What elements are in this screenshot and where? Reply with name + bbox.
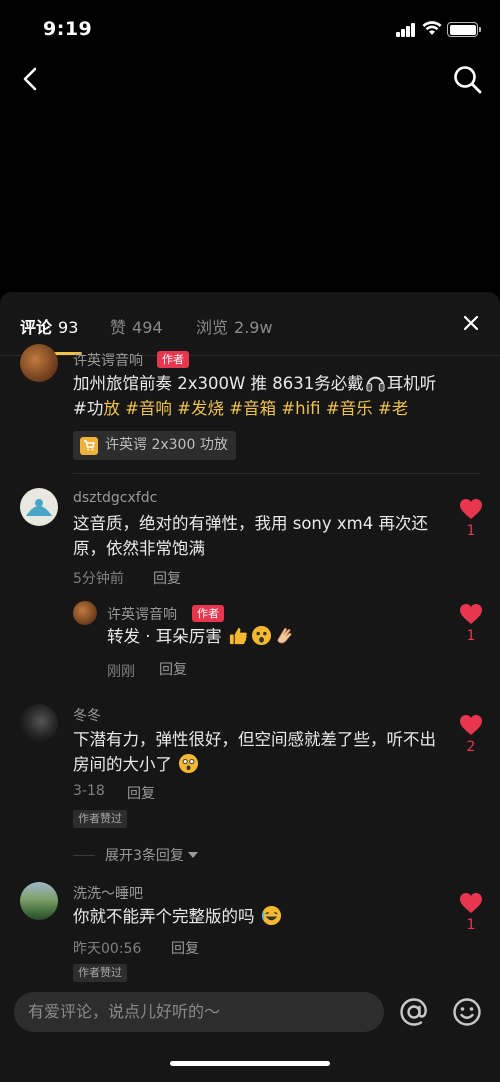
comment-input-bar: 有爱评论，说点儿好听的～	[0, 983, 500, 1082]
caret-down-icon	[187, 852, 198, 858]
avatar[interactable]	[20, 704, 58, 742]
divider	[73, 473, 480, 474]
comment-text: 加州旅馆前奏 2x300W 推 8631务必戴 耳机听#功放 #音响 #发烧 #音…	[73, 371, 443, 421]
close-icon[interactable]	[462, 314, 480, 332]
like-count: 1	[466, 917, 476, 933]
avatar[interactable]	[20, 882, 58, 920]
author-badge: 作者	[157, 351, 189, 368]
product-tag-label: 许英谔 2x300 功放	[105, 437, 228, 453]
mention-icon[interactable]	[398, 996, 430, 1028]
author-badge: 作者	[192, 605, 224, 622]
comment-time: 3-18	[73, 783, 105, 799]
comment-time: 昨天00:56	[73, 941, 142, 957]
home-indicator	[170, 1061, 330, 1066]
hashtag[interactable]: #老	[373, 399, 408, 418]
comment-text: 这音质，绝对的有弹性，我用 sony xm4 再次还原，依然非常饱满	[73, 514, 428, 558]
hashtag[interactable]: 乐	[356, 399, 373, 418]
thumbs-up-icon	[229, 627, 247, 645]
avatar[interactable]	[73, 601, 97, 625]
reply-button[interactable]: 回复	[127, 783, 155, 803]
reply-button[interactable]: 回复	[171, 938, 199, 958]
laughing-face-icon	[261, 905, 281, 926]
search-icon[interactable]	[452, 64, 484, 96]
like-button[interactable]: 1	[456, 603, 486, 644]
comment-tabs: 评论 93 赞 494 浏览 2.9w	[0, 292, 500, 356]
hashtag[interactable]: #音	[120, 399, 155, 418]
comment-time: 5分钟前	[73, 571, 124, 587]
comment-username[interactable]: 冬冬	[73, 705, 101, 725]
cellular-signal-icon	[396, 23, 416, 37]
tab-likes-count: 494	[132, 318, 163, 337]
heart-icon	[460, 893, 482, 913]
comment-text-content: 你就不能弄个完整版的吗	[73, 907, 255, 926]
reply-username[interactable]: 许英谔音响	[107, 604, 177, 624]
tab-views-label: 浏览	[196, 318, 229, 337]
hashtag[interactable]: 箱	[260, 399, 277, 418]
tab-views[interactable]: 浏览 2.9w	[196, 314, 273, 338]
emoji-picker-icon[interactable]	[452, 997, 482, 1027]
tab-views-count: 2.9w	[234, 318, 273, 337]
hashtag[interactable]: 响	[155, 399, 172, 418]
avatar[interactable]	[20, 344, 58, 382]
author-liked-badge: 作者赞过	[73, 810, 127, 828]
shocked-face-icon	[251, 625, 272, 646]
astonished-face-icon	[179, 753, 199, 774]
comment-text: 你就不能弄个完整版的吗	[73, 904, 445, 929]
heart-icon	[460, 715, 482, 735]
reply-text: 转发 · 耳朵厉害	[107, 624, 427, 649]
battery-nub	[479, 27, 481, 32]
like-button[interactable]: 1	[456, 498, 486, 539]
battery-icon	[447, 22, 478, 37]
comment-text-part: 加州旅馆前奏 2x300W 推 8631务必戴	[73, 374, 364, 393]
author-liked-badge: 作者赞过	[73, 964, 127, 982]
status-time: 9:19	[43, 18, 93, 40]
like-count: 2	[466, 739, 476, 755]
back-arrow-icon[interactable]	[18, 64, 46, 94]
status-bar: 9:19	[0, 0, 500, 60]
hashtag[interactable]: 放	[103, 399, 120, 418]
product-tag[interactable]: 许英谔 2x300 功放	[73, 431, 236, 460]
comment-text-content: 下潜有力，弹性很好，但空间感就差了些，听不出房间的大小了	[73, 730, 436, 774]
tab-comments-count: 93	[58, 318, 79, 337]
reply-button[interactable]: 回复	[159, 659, 187, 679]
wifi-icon	[422, 21, 442, 35]
like-count: 1	[466, 523, 476, 539]
reply-text-content: 转发 · 耳朵厉害	[107, 627, 222, 646]
like-count: 1	[466, 628, 476, 644]
tab-comments-label: 评论	[20, 318, 53, 337]
like-button[interactable]: 1	[456, 892, 486, 933]
like-button[interactable]: 2	[456, 714, 486, 755]
hashtag[interactable]: 烧	[207, 399, 224, 418]
hashtag[interactable]: #发	[172, 399, 207, 418]
expand-line	[73, 854, 95, 856]
hashtag[interactable]: #音	[224, 399, 259, 418]
avatar[interactable]	[20, 488, 58, 526]
reply-button[interactable]: 回复	[153, 568, 181, 588]
comment-sheet: 评论 93 赞 494 浏览 2.9w 许英谔音响 作者 加州旅馆前奏 2x300W …	[0, 292, 500, 1082]
reply-time: 刚刚	[107, 664, 135, 680]
hashtag[interactable]: #hifi	[276, 399, 320, 418]
comment-username[interactable]: 洗洗～睡吧	[73, 883, 143, 903]
comment-text: 下潜有力，弹性很好，但空间感就差了些，听不出房间的大小了	[73, 727, 445, 777]
expand-replies-button[interactable]: 展开3条回复	[73, 845, 199, 865]
heart-icon	[460, 604, 482, 624]
clapping-hands-icon	[277, 628, 292, 644]
tab-comments[interactable]: 评论 93	[20, 314, 78, 338]
comment-username[interactable]: dsztdgcxfdc	[73, 490, 157, 506]
heart-icon	[460, 499, 482, 519]
tab-likes[interactable]: 赞 494	[110, 314, 163, 338]
shopping-cart-icon	[80, 436, 98, 455]
comment-input[interactable]: 有爱评论，说点儿好听的～	[14, 992, 384, 1032]
headphones-icon	[366, 376, 385, 392]
hashtag[interactable]: #音	[321, 399, 356, 418]
tab-likes-label: 赞	[110, 318, 127, 337]
expand-replies-label: 展开3条回复	[105, 848, 184, 864]
comment-username[interactable]: 许英谔音响	[73, 350, 143, 370]
